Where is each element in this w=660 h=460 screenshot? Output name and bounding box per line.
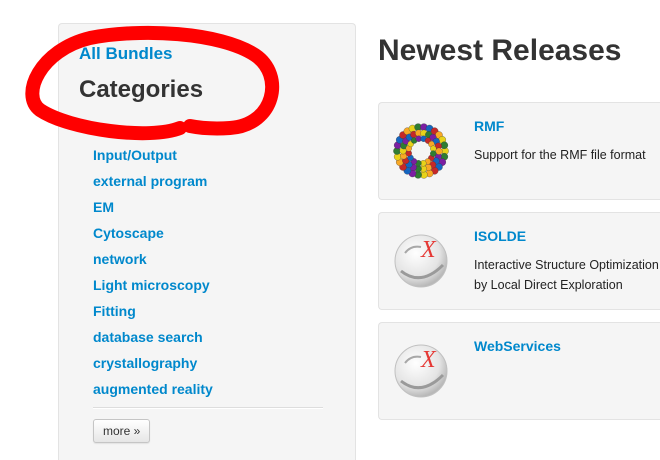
category-item: database search (93, 324, 213, 350)
release-card-rmf: RMF Support for the RMF file format (378, 102, 660, 200)
category-link-fitting[interactable]: Fitting (93, 303, 136, 319)
category-link-network[interactable]: network (93, 251, 147, 267)
svg-text:X: X (420, 237, 437, 263)
category-item: MD (93, 116, 213, 142)
category-link-input-output[interactable]: Input/Output (93, 147, 177, 163)
release-description-line: Interactive Structure Optimization (474, 258, 659, 272)
sidebar-divider (93, 407, 323, 409)
chimerax-logo-icon[interactable]: X (391, 225, 451, 295)
category-link-augmented-reality[interactable]: augmented reality (93, 381, 213, 397)
categories-heading: Categories (79, 76, 204, 103)
category-item: Input/Output (93, 142, 213, 168)
category-item: EM (93, 194, 213, 220)
category-link-em[interactable]: EM (93, 199, 114, 215)
category-item: Fitting (93, 298, 213, 324)
category-item: crystallography (93, 350, 213, 376)
svg-text:X: X (420, 347, 437, 373)
category-link-external-program[interactable]: external program (93, 173, 207, 189)
release-name-link[interactable]: ISOLDE (474, 228, 526, 244)
category-link-crystallography[interactable]: crystallography (93, 355, 197, 371)
category-item: Light microscopy (93, 272, 213, 298)
category-item: augmented reality (93, 376, 213, 402)
more-categories-button[interactable]: more » (93, 419, 151, 443)
release-card-isolde: X ISOLDE Interactive Structure Optimizat… (378, 212, 660, 310)
page-title: Newest Releases (378, 34, 622, 67)
release-card-webservices: X WebServices (378, 322, 660, 420)
category-item: Cytoscape (93, 220, 213, 246)
sidebar: All Bundles Categories MD Input/Output e… (58, 23, 356, 460)
release-description: Support for the RMF file format (474, 145, 660, 165)
release-description-line: by Local Direct Exploration (474, 278, 623, 292)
rmf-molecule-ring-icon[interactable] (391, 115, 451, 185)
category-link-database-search[interactable]: database search (93, 329, 203, 345)
release-description-line: Support for the RMF file format (474, 148, 646, 162)
all-bundles-link[interactable]: All Bundles (79, 44, 173, 64)
category-item: network (93, 246, 213, 272)
category-link-light-microscopy[interactable]: Light microscopy (93, 277, 210, 293)
release-name-link[interactable]: RMF (474, 118, 504, 134)
category-list: MD Input/Output external program EM Cyto… (93, 116, 213, 402)
release-description: Interactive Structure Optimization by Lo… (474, 255, 660, 295)
category-link-md[interactable]: MD (93, 121, 115, 137)
category-item: external program (93, 168, 213, 194)
category-link-cytoscape[interactable]: Cytoscape (93, 225, 164, 241)
chimerax-logo-icon[interactable]: X (391, 335, 451, 405)
release-name-link[interactable]: WebServices (474, 338, 561, 354)
page: All Bundles Categories MD Input/Output e… (0, 0, 660, 460)
